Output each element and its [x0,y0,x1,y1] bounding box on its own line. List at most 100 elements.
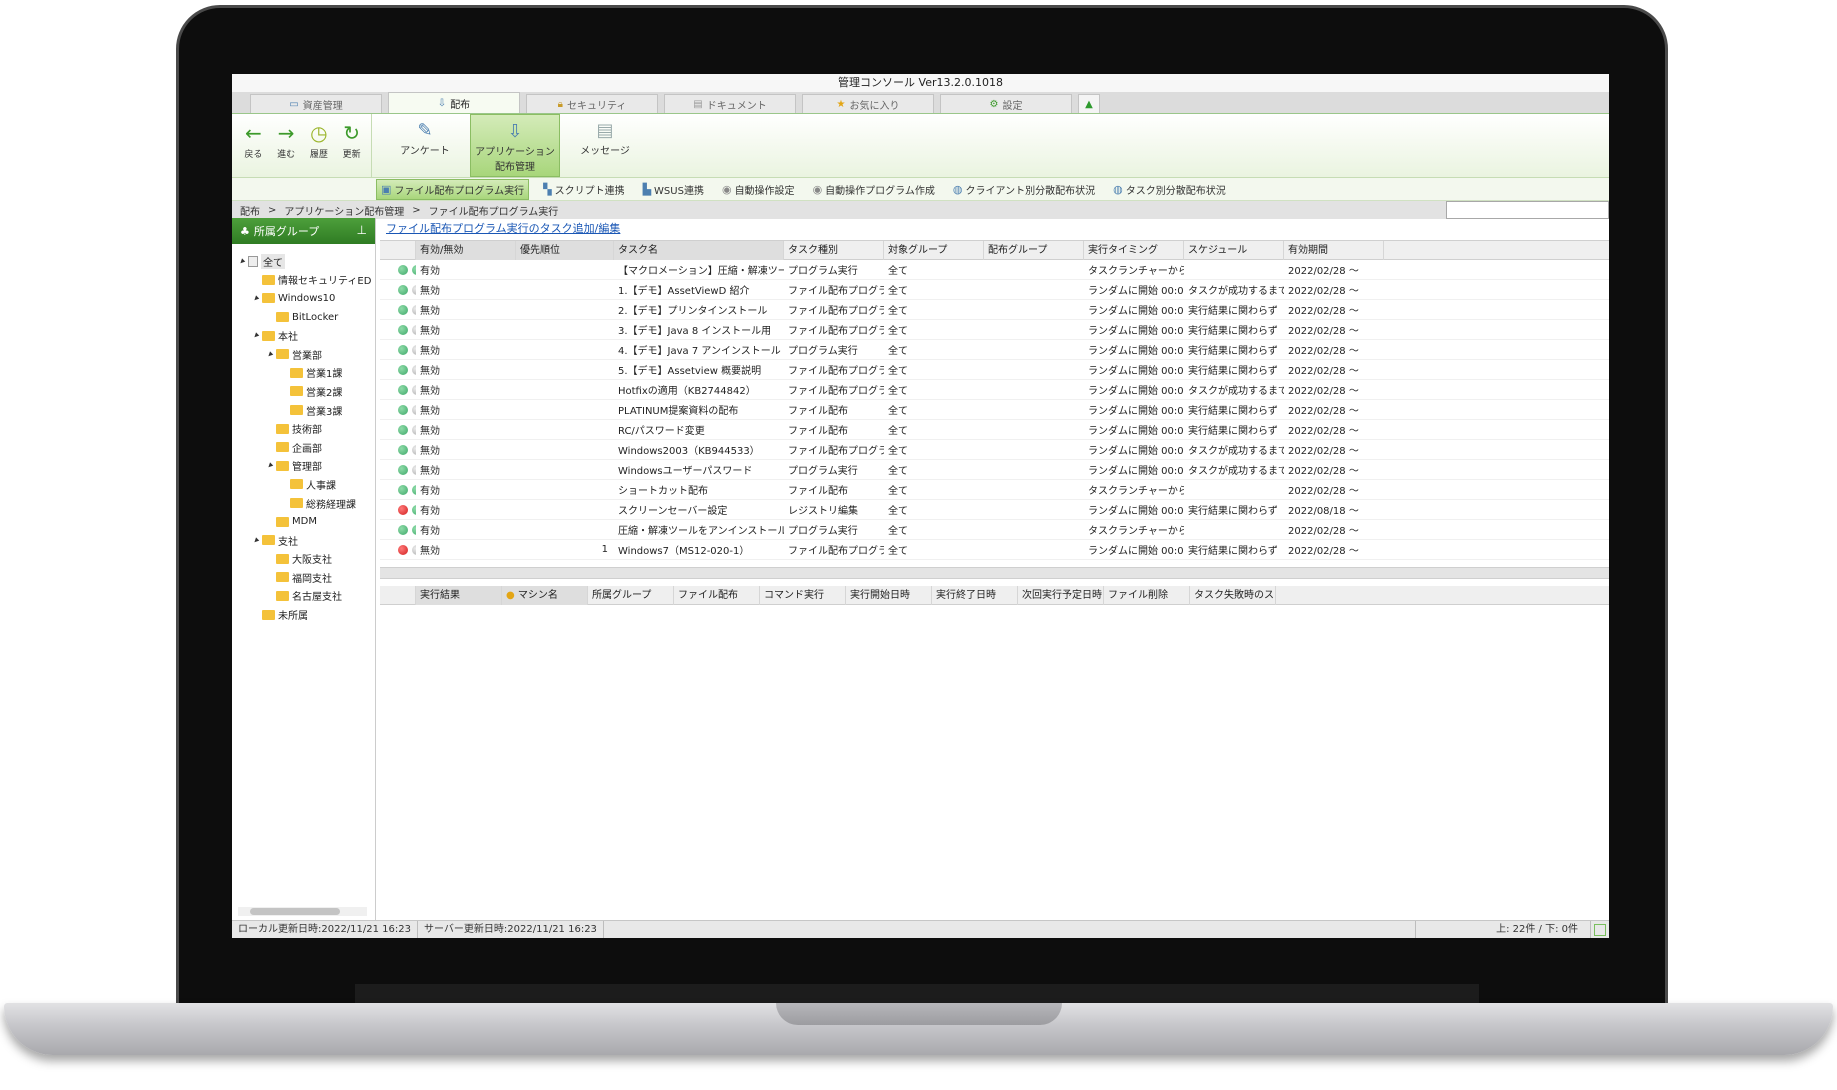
task-dist-status-button[interactable]: ◍ タスク別分散配布状況 [1109,180,1230,199]
tree-node[interactable]: 営業2課 [232,382,375,401]
tree-node[interactable]: ▲ 全て [232,252,375,271]
table-row[interactable]: 無効 3.【デモ】Java 8 インストール用 ファイル配布プログラム全て ランダムに… [380,320,1609,340]
resize-grip-icon[interactable] [1594,923,1606,936]
tree-node[interactable]: 企画部 [232,438,375,457]
breadcrumb-item[interactable]: アプリケーション配布管理 [284,203,404,218]
history-button[interactable]: ◷ 履歴 [306,122,333,177]
script-link-button[interactable]: ▚ スクリプト連携 [539,180,628,199]
tree-node[interactable]: 情報セキュリティED [232,271,375,290]
column-command[interactable]: コマンド実行 [760,585,846,605]
tree-node[interactable]: ▲ 営業部 [232,345,375,364]
column-file-dist[interactable]: ファイル配布 [674,585,760,605]
column-schedule[interactable]: スケジュール [1184,241,1284,260]
table-row[interactable]: 無効 5.【デモ】Assetview 概要説明 ファイル配布プログラム全て ランダムに… [380,360,1609,380]
tree-node[interactable]: ▲ 管理部 [232,457,375,476]
breadcrumb-item[interactable]: 配布 [240,203,260,218]
back-button[interactable]: ← 戻る [240,122,267,177]
search-input[interactable] [1446,201,1609,219]
column-target-group[interactable]: 対象グループ [884,241,984,260]
tree-node[interactable]: ▲ 本社 [232,326,375,345]
folder-icon [290,498,303,509]
tab-security[interactable]: 🔒︎ セキュリティ [526,94,658,113]
tree-node[interactable]: 営業3課 [232,401,375,420]
column-task-type[interactable]: タスク種別 [784,241,884,260]
message-button[interactable]: ▤ メッセージ [560,114,650,177]
table-row[interactable]: 無効 RC/パスワード変更 ファイル配布 全て ランダムに開始 00:00 実行結果に関わ… [380,420,1609,440]
table-row[interactable]: 有効 【マクロメーション】圧縮・解凍ツール プログラム実行 全て タスクランチャーから 2… [380,260,1609,280]
task-edit-link[interactable]: ファイル配布プログラム実行のタスク追加/編集 [376,218,1609,240]
tree-hscrollbar[interactable] [238,907,367,916]
column-machine-name[interactable]: ● マシン名 [502,585,588,605]
tree-node[interactable]: 総務経理課 [232,494,375,513]
cell-type: ファイル配布プログラム [788,546,884,557]
auto-operation-settings-button[interactable]: ◉ 自動操作設定 [718,180,799,199]
status-dot-icon [398,384,408,395]
column-task-name[interactable]: タスク名 [614,241,784,260]
pin-icon[interactable]: ⊥ [357,223,367,237]
column-result[interactable]: 実行結果 [416,585,502,605]
table-row[interactable]: 有効 圧縮・解凍ツールをアンインストール プログラム実行 全て タスクランチャーから 20… [380,520,1609,540]
column-period[interactable]: 有効期間 [1284,241,1384,260]
column-on-fail[interactable]: タスク失敗時のス [1190,585,1276,605]
expand-toggle-icon[interactable]: ▲ [249,329,262,342]
column-group[interactable]: 所属グループ [588,585,674,605]
tree-node[interactable]: 営業1課 [232,364,375,383]
tree-node[interactable]: ▲ 支社 [232,531,375,550]
grid-splitter[interactable] [380,567,1609,579]
column-dist-group[interactable]: 配布グループ [984,241,1084,260]
refresh-button[interactable]: ↻ 更新 [338,122,365,177]
tree-node[interactable]: 福岡支社 [232,568,375,587]
cell-enabled: 無効 [420,306,440,317]
expand-toggle-icon[interactable]: ▲ [249,533,262,546]
forward-button[interactable]: → 進む [273,122,300,177]
expand-toggle-icon[interactable]: ▲ [263,459,276,472]
table-row[interactable]: 無効 2.【デモ】プリンタインストール ファイル配布プログラム全て ランダムに開始 0… [380,300,1609,320]
cell-period: 2022/02/28 ～ [1288,526,1359,537]
column-start[interactable]: 実行開始日時 [846,585,932,605]
table-row[interactable]: 無効 Hotfixの適用（KB2744842） ファイル配布プログラム全て ランダムに… [380,380,1609,400]
auto-operation-create-button[interactable]: ◉ 自動操作プログラム作成 [809,180,939,199]
folder-icon [290,367,303,378]
task-status-icon: ◍ [1113,182,1123,196]
refresh-icon: ↻ [343,121,360,145]
collapse-ribbon-button[interactable]: ▲ [1078,94,1100,113]
tree-node[interactable]: ▲ Windows10 [232,289,375,308]
column-file-delete[interactable]: ファイル削除 [1104,585,1190,605]
tree-node[interactable]: 技術部 [232,419,375,438]
wsus-link-button[interactable]: ▙ WSUS連携 [639,180,708,199]
table-row[interactable]: 無効 1 Windows7（MS12-020-1） ファイル配布プログラム全て ランダム… [380,540,1609,560]
survey-button[interactable]: ✎ アンケート [380,114,470,177]
tab-document[interactable]: ▤ ドキュメント [664,94,796,113]
column-timing[interactable]: 実行タイミング [1084,241,1184,260]
scrollbar-thumb[interactable] [250,908,340,915]
expand-toggle-icon[interactable]: ▲ [263,348,276,361]
column-enabled[interactable]: 有効/無効 [416,241,516,260]
tab-asset[interactable]: ▭ 資産管理 [250,94,382,113]
table-row[interactable]: 無効 1.【デモ】AssetViewD 紹介 ファイル配布プログラム全て ランダムに開… [380,280,1609,300]
column-end[interactable]: 実行終了日時 [932,585,1018,605]
column-priority[interactable]: 優先順位 [516,241,614,260]
expand-toggle-icon[interactable]: ▲ [235,255,248,268]
tab-distribute[interactable]: ⇩ 配布 [388,92,520,113]
table-row[interactable]: 有効 ショートカット配布 ファイル配布 全て タスクランチャーから 2022/02/28 … [380,480,1609,500]
cell-schedule: 実行結果に関わらず [1188,546,1278,557]
tab-settings[interactable]: ⚙ 設定 [940,94,1072,113]
file-dist-program-button[interactable]: ▣ ファイル配布プログラム実行 [376,178,530,200]
table-row[interactable]: 無効 Windowsユーザーパスワード プログラム実行 全て ランダムに開始 00:00… [380,460,1609,480]
tree-node[interactable]: 名古屋支社 [232,587,375,606]
tab-favorites[interactable]: ★ お気に入り [802,94,934,113]
tree-node[interactable]: 人事課 [232,475,375,494]
tree-node[interactable]: MDM [232,512,375,531]
app-distribution-button[interactable]: ⇩ アプリケーション 配布管理 [470,114,560,177]
cell-type: ファイル配布プログラム [788,306,884,317]
table-row[interactable]: 無効 Windows2003（KB944533） ファイル配布プログラム全て ランダム… [380,440,1609,460]
table-row[interactable]: 無効 PLATINUM提案資料の配布 ファイル配布 全て ランダムに開始 00:00 実行… [380,400,1609,420]
column-next-run[interactable]: 次回実行予定日時 [1018,585,1104,605]
expand-toggle-icon[interactable]: ▲ [249,292,262,305]
tree-node[interactable]: 大阪支社 [232,550,375,569]
tree-node[interactable]: BitLocker [232,308,375,327]
table-row[interactable]: 無効 4.【デモ】Java 7 アンインストール プログラム実行 全て ランダムに開始 … [380,340,1609,360]
tree-node[interactable]: 未所属 [232,605,375,624]
client-dist-status-button[interactable]: ◍ クライアント別分散配布状況 [949,180,1099,199]
table-row[interactable]: 有効 スクリーンセーバー設定 レジストリ編集 全て ランダムに開始 00:00 実行結果に… [380,500,1609,520]
